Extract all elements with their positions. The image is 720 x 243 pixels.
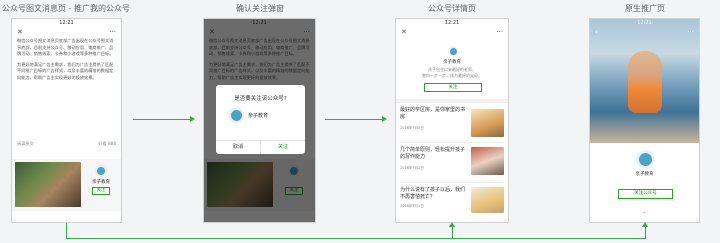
list-item-title: 为什么说有了孩子以后，我们不再害怕死亡？	[400, 187, 466, 200]
profile-description: 孩子出生以来最好的老师， 教你一步一步，成为最好的父母。	[422, 67, 482, 78]
list-item-title: 几个简单原则，轻松提升孩子的写作能力	[400, 147, 466, 160]
more-icon[interactable]: ···	[687, 28, 694, 36]
close-icon[interactable]: ✕	[17, 28, 23, 36]
list-item[interactable]: 为什么说有了孩子以后，我们不再害怕死亡？ 2018年7月1日	[400, 187, 504, 217]
profile-follow-button[interactable]: 关注	[424, 83, 482, 92]
like-count[interactable]: 好看 888	[98, 141, 116, 147]
divider	[396, 99, 508, 103]
caption-profile-page: 公众号详情页	[428, 4, 476, 13]
dialog-title: 是否要关注该公众号?	[234, 96, 287, 102]
caption-native-page: 原生推广页	[625, 4, 665, 13]
native-avatar	[636, 150, 654, 168]
phone-confirm-dialog: 12:21 ✕ ··· 微信公众号图文消息页底部广告出现在公众号图文消息底部，目…	[203, 18, 316, 223]
caption-article-page: 公众号图文消息页 - 推广我的公众号	[2, 4, 130, 13]
dialog-cancel-button[interactable]: 取消	[216, 141, 261, 154]
phone-native-page: 12:21 ‹ ··· 亲子教育 关注公众号 ⌄	[589, 18, 700, 223]
status-time: 12:21	[444, 20, 460, 26]
native-account-name: 亲子教育	[635, 172, 654, 177]
phone-article-page: 12:21 ✕ ··· 微信公众号图文消息页底部广告出现在公众号图文消息底部，目…	[11, 18, 122, 223]
hero-image	[590, 19, 699, 143]
chevron-down-icon: ⌄	[642, 209, 647, 215]
status-bar: 12:21	[12, 19, 121, 27]
ad-image	[15, 162, 81, 207]
profile-avatar	[448, 46, 458, 56]
caption-confirm-dialog: 确认关注弹窗	[236, 4, 284, 13]
flow-line-up-native	[645, 226, 646, 239]
more-icon[interactable]: ···	[109, 28, 116, 36]
list-item-title: 最好的学区房，是你家里的书房	[400, 107, 466, 120]
more-icon[interactable]: ···	[496, 28, 503, 36]
dialog-confirm-button[interactable]: 关注	[261, 141, 305, 154]
profile-name: 亲子教育	[443, 60, 461, 65]
list-item[interactable]: 最好的学区房，是你家里的书房 2018年7月5日	[400, 107, 504, 143]
back-icon[interactable]: ‹	[595, 28, 598, 36]
arrowhead-2	[382, 116, 387, 122]
flow-line-up-profile	[452, 226, 453, 239]
list-item[interactable]: 几个简单原则，轻松提升孩子的写作能力 2018年7月2日	[400, 147, 504, 183]
status-time: 12:21	[59, 20, 74, 26]
child-figure	[628, 51, 662, 113]
ad-follow-button[interactable]: 关注	[92, 187, 110, 195]
arrowhead-up-profile	[449, 222, 455, 227]
flow-line-down	[66, 223, 67, 239]
list-item-thumbnail	[471, 147, 504, 175]
phone-profile-page: 12:21 ✕ ··· 亲子教育 孩子出生以来最好的老师， 教你一步一步，成为最…	[395, 18, 509, 223]
arrowhead-up-native	[642, 222, 648, 227]
dialog-account-name: 亲子教育	[248, 112, 269, 119]
ad-avatar	[95, 165, 107, 177]
dialog-avatar	[228, 107, 244, 123]
article-paragraph-2: 为更好地满足广告主需求，我们为广告主提供了匹配不同推广目标的广告样式，以及丰富的…	[17, 61, 114, 80]
article-paragraph-1: 微信公众号图文消息页底部广告出现在公众号图文消息底部，目前支持公众号、移动应用、…	[17, 38, 114, 56]
ad-name: 亲子教育	[92, 180, 110, 185]
close-icon[interactable]: ✕	[401, 28, 407, 36]
flow-line-bottom	[66, 238, 646, 239]
article-list: 最好的学区房，是你家里的书房 2018年7月5日 几个简单原则，轻松提升孩子的写…	[400, 107, 504, 217]
read-original-link[interactable]: 阅读原文	[17, 141, 34, 147]
confirm-dialog: 是否要关注该公众号? 亲子教育 取消 关注	[216, 85, 305, 154]
arrowhead-1	[190, 116, 195, 122]
flow-arrow-2	[325, 119, 385, 120]
list-item-thumbnail	[471, 187, 504, 213]
native-follow-button[interactable]: 关注公众号	[618, 189, 673, 199]
status-time: 12:21	[637, 20, 652, 26]
ad-card[interactable]: 亲子教育 关注	[12, 159, 121, 211]
list-item-thumbnail	[471, 109, 504, 137]
flow-arrow-1	[133, 119, 193, 120]
